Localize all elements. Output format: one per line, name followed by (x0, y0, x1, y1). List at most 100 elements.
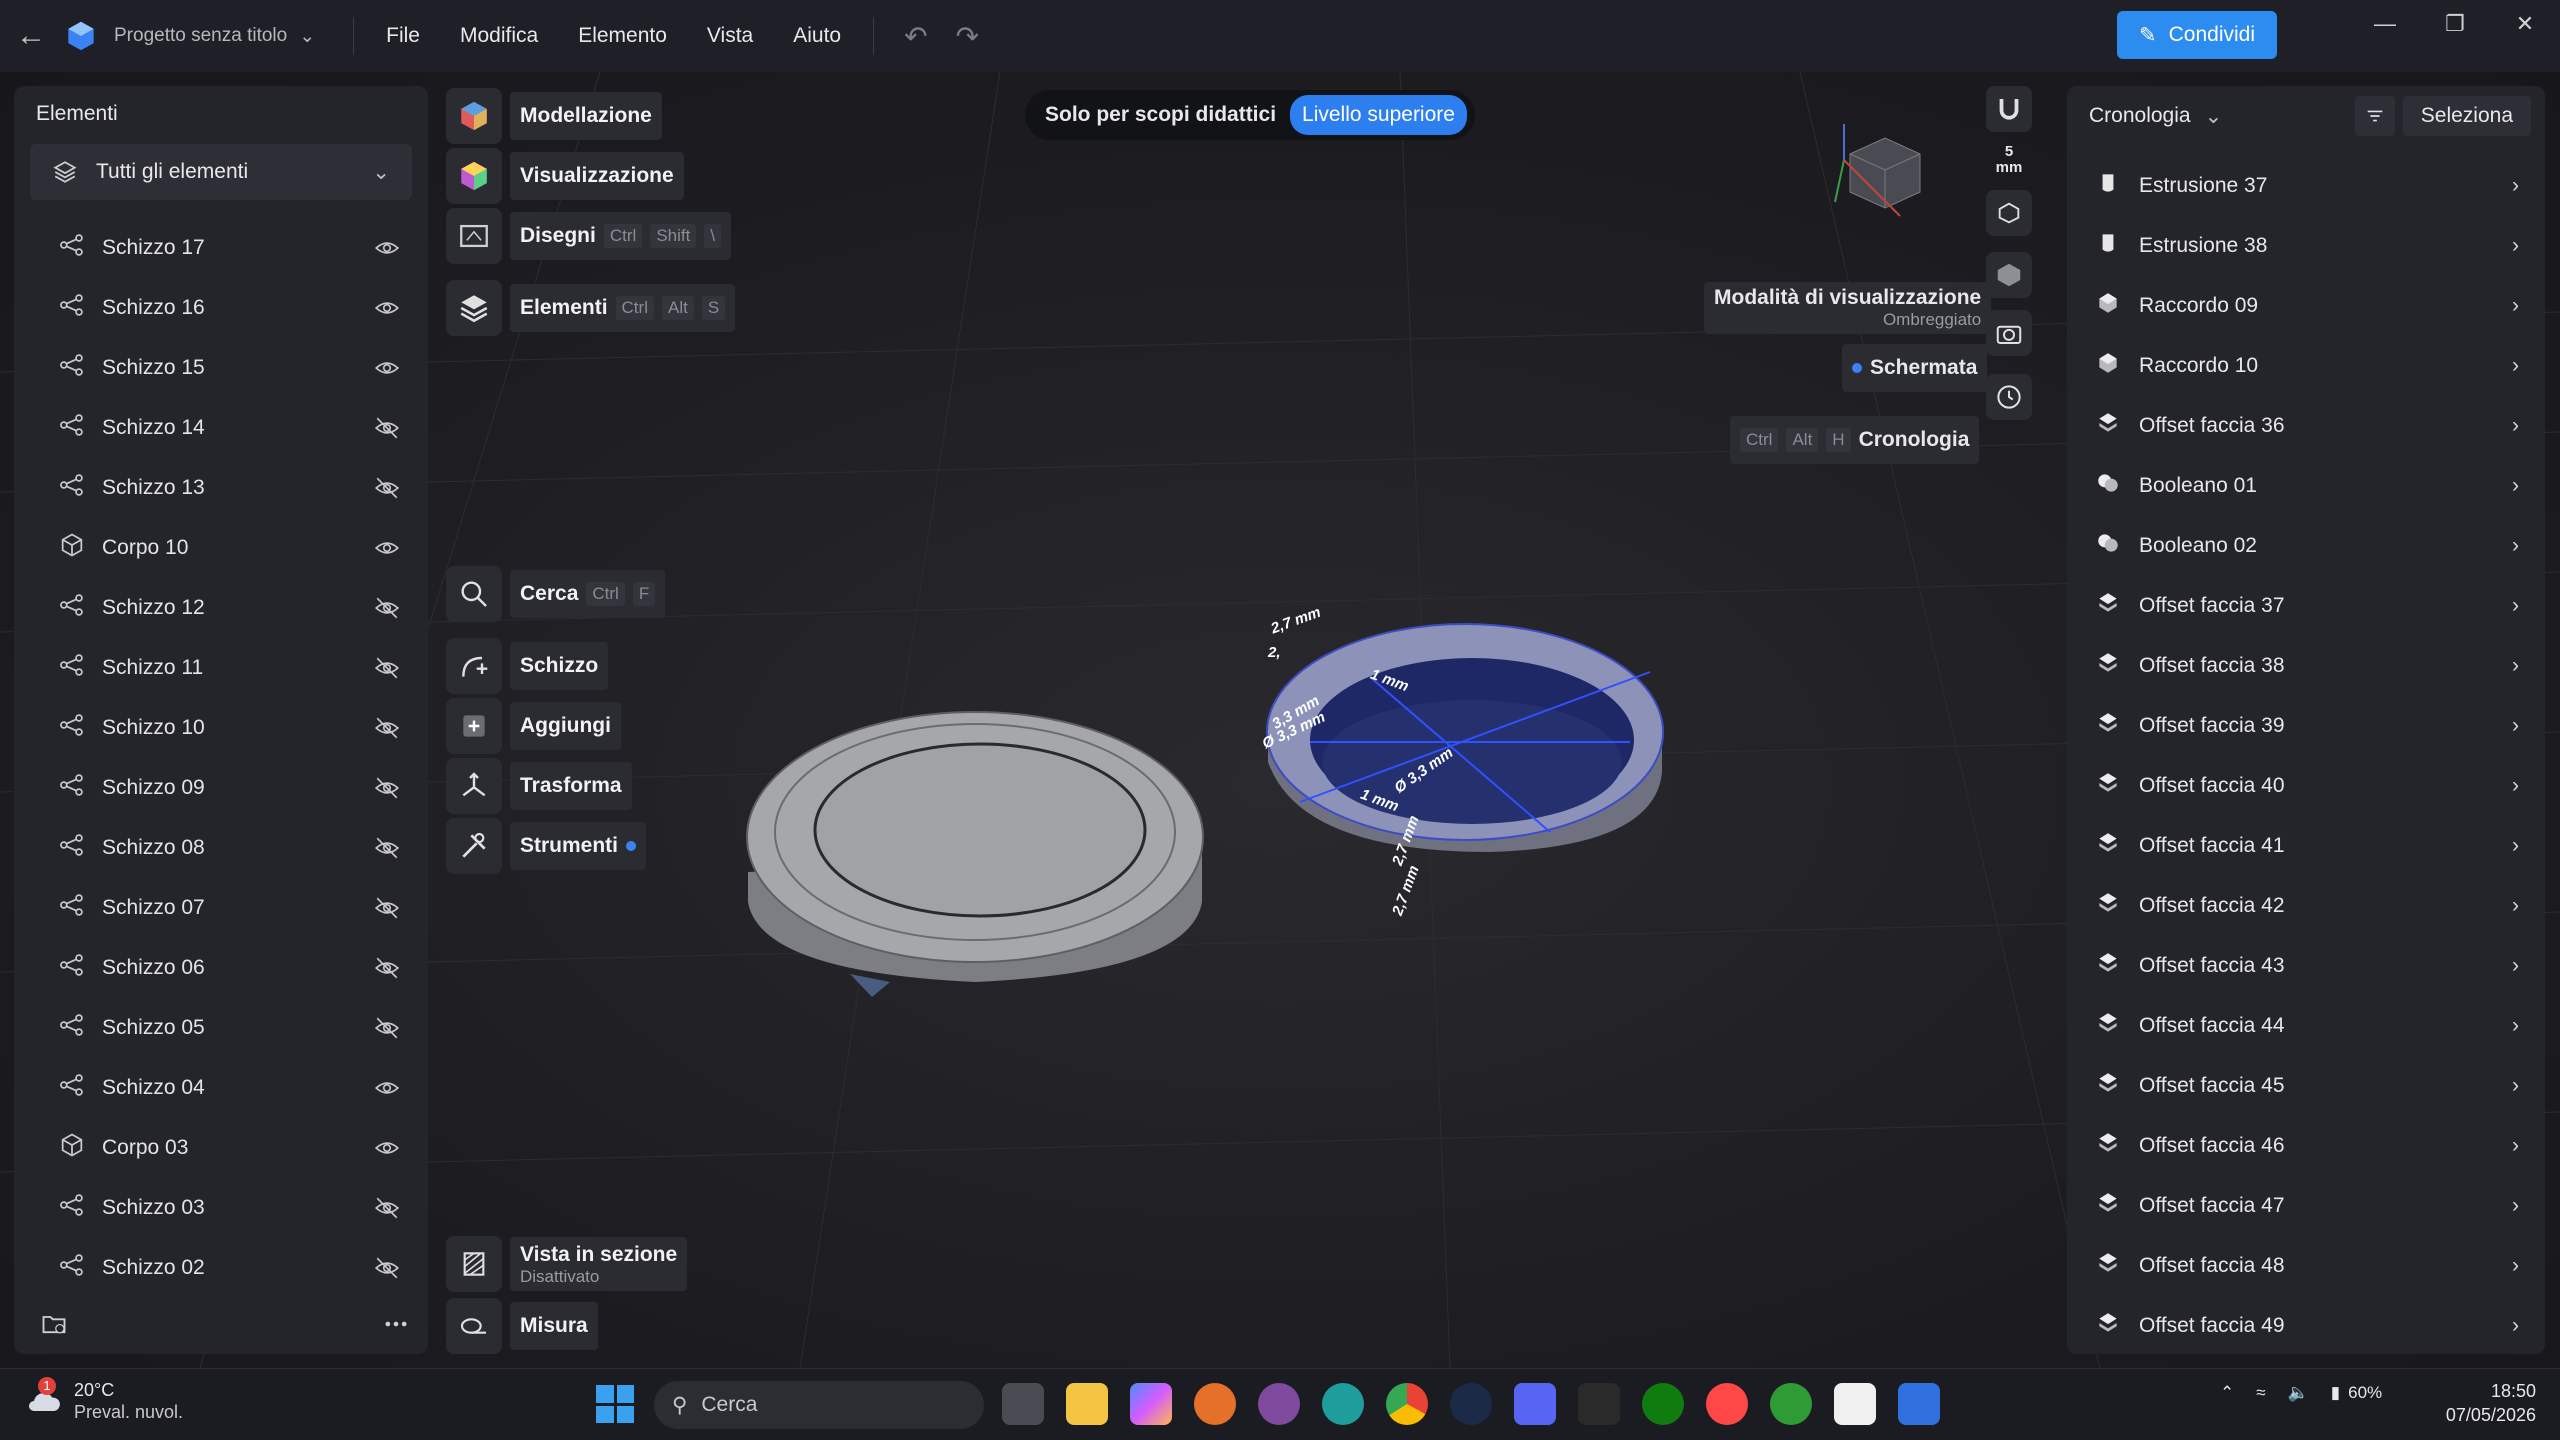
history-clock-icon[interactable] (1986, 374, 2032, 420)
tool-strumenti[interactable]: Strumenti (446, 818, 647, 874)
screenshot-label[interactable]: Schermata (1842, 344, 1988, 392)
element-item[interactable]: Schizzo 12 (30, 578, 420, 638)
volume-icon[interactable]: 🔈 (2288, 1383, 2309, 1403)
view-cube[interactable] (1830, 112, 1930, 222)
ea-app-icon[interactable] (1706, 1383, 1748, 1425)
chevron-right-icon[interactable]: › (2512, 894, 2519, 918)
menu-modifica[interactable]: Modifica (440, 24, 558, 48)
menu-elemento[interactable]: Elemento (558, 24, 687, 48)
element-item[interactable]: Schizzo 04 (30, 1058, 420, 1118)
tool-disegni[interactable]: Disegni Ctrl Shift \ (446, 208, 732, 264)
eye-off-icon[interactable] (374, 1255, 400, 1281)
history-item[interactable]: Offset faccia 47 › (2067, 1176, 2545, 1236)
eye-off-icon[interactable] (374, 775, 400, 801)
history-item[interactable]: Offset faccia 46 › (2067, 1116, 2545, 1176)
chevron-up-icon[interactable]: ⌃ (2220, 1383, 2234, 1403)
eye-icon[interactable] (374, 1075, 400, 1101)
history-item[interactable]: Offset faccia 41 › (2067, 816, 2545, 876)
chevron-down-icon[interactable]: ⌄ (2205, 104, 2223, 129)
redo-icon[interactable]: ↷ (956, 20, 979, 53)
camera-icon[interactable] (1986, 310, 2032, 356)
history-item[interactable]: Offset faccia 37 › (2067, 576, 2545, 636)
history-item[interactable]: Booleano 02 › (2067, 516, 2545, 576)
clock[interactable]: 18:50 07/05/2026 (2430, 1379, 2536, 1427)
history-item[interactable]: Booleano 01 › (2067, 456, 2545, 516)
history-item[interactable]: Estrusione 38 › (2067, 216, 2545, 276)
snap-magnet-icon[interactable] (1986, 86, 2032, 132)
close-icon[interactable]: ✕ (2490, 0, 2560, 48)
xbox-icon[interactable] (1642, 1383, 1684, 1425)
chevron-right-icon[interactable]: › (2512, 234, 2519, 258)
display-mode-icon[interactable] (1986, 252, 2032, 298)
element-item[interactable]: Schizzo 14 (30, 398, 420, 458)
tool-visualizzazione[interactable]: Visualizzazione (446, 148, 684, 204)
tool-misura[interactable]: Misura (446, 1298, 598, 1354)
history-item[interactable]: Offset faccia 39 › (2067, 696, 2545, 756)
xbox-game-bar-icon[interactable] (1770, 1383, 1812, 1425)
chevron-right-icon[interactable]: › (2512, 354, 2519, 378)
eye-off-icon[interactable] (374, 1195, 400, 1221)
display-mode-label[interactable]: Modalità di visualizzazione Ombreggiato (1704, 282, 1992, 334)
epic-games-icon[interactable] (1578, 1383, 1620, 1425)
chevron-right-icon[interactable]: › (2512, 1314, 2519, 1338)
eye-icon[interactable] (374, 535, 400, 561)
element-item[interactable]: Schizzo 09 (30, 758, 420, 818)
eye-off-icon[interactable] (374, 715, 400, 741)
maximize-icon[interactable]: ❐ (2420, 0, 2490, 48)
element-item[interactable]: Schizzo 05 (30, 998, 420, 1058)
history-item[interactable]: Offset faccia 45 › (2067, 1056, 2545, 1116)
history-item[interactable]: Offset faccia 48 › (2067, 1236, 2545, 1296)
eye-icon[interactable] (374, 295, 400, 321)
cad-app-icon[interactable] (1898, 1383, 1940, 1425)
tool-vista-sezione[interactable]: Vista in sezione Disattivato (446, 1236, 688, 1292)
tool-modellazione[interactable]: Modellazione (446, 88, 662, 144)
filter-icon[interactable] (2354, 96, 2395, 136)
chevron-right-icon[interactable]: › (2512, 654, 2519, 678)
share-button[interactable]: ✎ Condividi (2117, 11, 2277, 59)
windows-start-icon[interactable] (596, 1385, 634, 1423)
menu-vista[interactable]: Vista (687, 24, 773, 48)
eye-off-icon[interactable] (374, 655, 400, 681)
task-view-icon[interactable] (1002, 1383, 1044, 1425)
tool-schizzo[interactable]: Schizzo (446, 638, 609, 694)
firefox-icon[interactable] (1194, 1383, 1236, 1425)
select-button[interactable]: Seleziona (2402, 96, 2531, 136)
tool-cerca[interactable]: Cerca Ctrl F (446, 566, 666, 622)
elements-filter-dropdown[interactable]: Tutti gli elementi ⌄ (30, 144, 412, 200)
minimize-icon[interactable]: — (2350, 0, 2420, 48)
eye-icon[interactable] (374, 1135, 400, 1161)
more-options-icon[interactable] (382, 1310, 410, 1338)
element-item[interactable]: Schizzo 06 (30, 938, 420, 998)
element-item[interactable]: Schizzo 08 (30, 818, 420, 878)
chevron-right-icon[interactable]: › (2512, 834, 2519, 858)
chevron-right-icon[interactable]: › (2512, 954, 2519, 978)
history-item[interactable]: Offset faccia 49 › (2067, 1296, 2545, 1356)
history-item[interactable]: Estrusione 37 › (2067, 156, 2545, 216)
history-item[interactable]: Raccordo 09 › (2067, 276, 2545, 336)
file-explorer-icon[interactable] (1066, 1383, 1108, 1425)
history-item[interactable]: Raccordo 10 › (2067, 336, 2545, 396)
eye-icon[interactable] (374, 235, 400, 261)
eye-off-icon[interactable] (374, 895, 400, 921)
chrome-icon[interactable] (1386, 1383, 1428, 1425)
element-item[interactable]: Schizzo 02 (30, 1238, 420, 1298)
menu-aiuto[interactable]: Aiuto (773, 24, 861, 48)
tool-elementi[interactable]: Elementi Ctrl Alt S (446, 280, 736, 336)
element-item[interactable]: Schizzo 07 (30, 878, 420, 938)
eye-off-icon[interactable] (374, 415, 400, 441)
chevron-right-icon[interactable]: › (2512, 174, 2519, 198)
chevron-right-icon[interactable]: › (2512, 1194, 2519, 1218)
orientation-icon[interactable] (1986, 190, 2032, 236)
snap-distance[interactable]: 5 mm (1986, 144, 2032, 176)
history-item[interactable]: Offset faccia 36 › (2067, 396, 2545, 456)
history-item[interactable]: Offset faccia 44 › (2067, 996, 2545, 1056)
wifi-icon[interactable]: ≈ (2256, 1383, 2265, 1403)
chevron-right-icon[interactable]: › (2512, 594, 2519, 618)
element-item[interactable]: Corpo 03 (30, 1118, 420, 1178)
element-item[interactable]: Schizzo 16 (30, 278, 420, 338)
part-ring-selected[interactable] (1260, 602, 1670, 902)
eye-icon[interactable] (374, 355, 400, 381)
dimension-label[interactable]: 2, (1268, 644, 1281, 661)
chevron-right-icon[interactable]: › (2512, 414, 2519, 438)
chevron-right-icon[interactable]: › (2512, 294, 2519, 318)
